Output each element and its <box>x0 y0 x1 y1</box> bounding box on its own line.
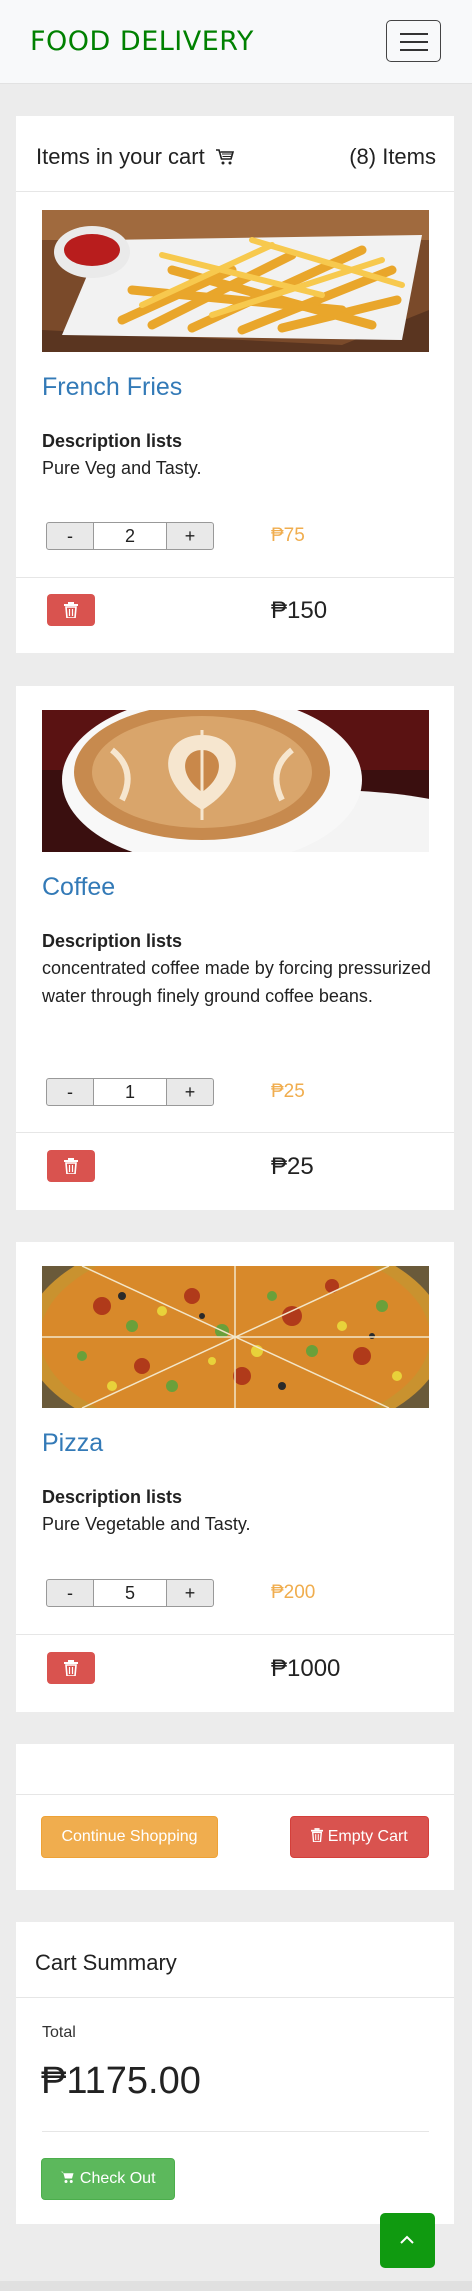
divider <box>16 1132 454 1133</box>
item-name-coffee[interactable]: Coffee <box>42 873 115 902</box>
cart-icon <box>215 146 235 172</box>
trash-icon <box>64 1660 78 1676</box>
cart-summary-card: Cart Summary Total ₱1175.00 Check Out <box>16 1922 454 2224</box>
item-description: Pure Veg and Tasty. <box>42 458 202 478</box>
item-description-label: Description lists <box>42 1487 183 1507</box>
quantity-input[interactable]: 1 <box>94 1078 166 1106</box>
trash-icon <box>311 1828 324 1843</box>
brand-logo[interactable]: FOOD DELIVERY <box>30 26 254 57</box>
item-description-label: Description lists <box>42 431 183 451</box>
item-name-french-fries[interactable]: French Fries <box>42 373 182 402</box>
cart-actions-card: Continue Shopping Empty Cart <box>16 1744 454 1890</box>
pizza-photo <box>42 1266 429 1408</box>
coffee-photo <box>42 710 429 852</box>
total-value: ₱1175.00 <box>41 2060 201 2102</box>
french-fries-photo <box>42 210 429 352</box>
cart-item-card: Pizza Description lists Pure Vegetable a… <box>16 1242 454 1712</box>
page-bottom <box>0 2281 472 2291</box>
divider <box>16 1794 454 1795</box>
cart-item-card: Coffee Description lists concentrated co… <box>16 686 454 1210</box>
remove-item-button[interactable] <box>47 594 95 626</box>
quantity-stepper: - 5 + <box>46 1579 214 1607</box>
quantity-stepper: - 1 + <box>46 1078 214 1106</box>
quantity-input[interactable]: 2 <box>94 522 166 550</box>
cart-card: Items in your cart (8) Items French Frie… <box>16 116 454 653</box>
remove-item-button[interactable] <box>47 1652 95 1684</box>
divider <box>16 1634 454 1635</box>
hamburger-icon <box>400 33 428 35</box>
item-description: concentrated coffee made by forcing pres… <box>42 958 431 1006</box>
line-total: ₱150 <box>271 597 328 624</box>
summary-header: Cart Summary <box>16 1922 454 1998</box>
increase-quantity-button[interactable]: + <box>166 522 214 550</box>
item-description-label: Description lists <box>42 931 183 951</box>
menu-toggle-button[interactable] <box>386 20 441 62</box>
unit-price: ₱25 <box>271 1081 305 1102</box>
divider <box>16 577 454 578</box>
line-total: ₱1000 <box>271 1655 341 1682</box>
item-name-pizza[interactable]: Pizza <box>42 1429 103 1458</box>
scroll-to-top-button[interactable] <box>380 2213 435 2268</box>
cart-title: Items in your cart <box>36 144 235 172</box>
chevron-up-icon <box>400 2235 414 2244</box>
cart-item-count: (8) Items <box>349 144 436 169</box>
line-total: ₱25 <box>271 1153 314 1180</box>
trash-icon <box>64 602 78 618</box>
total-label: Total <box>42 2024 76 2041</box>
cart-icon <box>61 2171 74 2183</box>
quantity-stepper: - 2 + <box>46 522 214 550</box>
navbar: FOOD DELIVERY <box>0 0 472 84</box>
decrease-quantity-button[interactable]: - <box>46 1579 94 1607</box>
summary-title: Cart Summary <box>35 1950 177 1975</box>
divider <box>42 2131 429 2132</box>
increase-quantity-button[interactable]: + <box>166 1078 214 1106</box>
quantity-input[interactable]: 5 <box>94 1579 166 1607</box>
checkout-button[interactable]: Check Out <box>41 2158 175 2200</box>
continue-shopping-button[interactable]: Continue Shopping <box>41 1816 218 1858</box>
increase-quantity-button[interactable]: + <box>166 1579 214 1607</box>
remove-item-button[interactable] <box>47 1150 95 1182</box>
unit-price: ₱200 <box>271 1582 316 1603</box>
unit-price: ₱75 <box>271 525 305 546</box>
trash-icon <box>64 1158 78 1174</box>
item-description: Pure Vegetable and Tasty. <box>42 1514 251 1534</box>
empty-cart-button[interactable]: Empty Cart <box>290 1816 429 1858</box>
decrease-quantity-button[interactable]: - <box>46 1078 94 1106</box>
decrease-quantity-button[interactable]: - <box>46 522 94 550</box>
cart-header: Items in your cart (8) Items <box>16 116 454 192</box>
